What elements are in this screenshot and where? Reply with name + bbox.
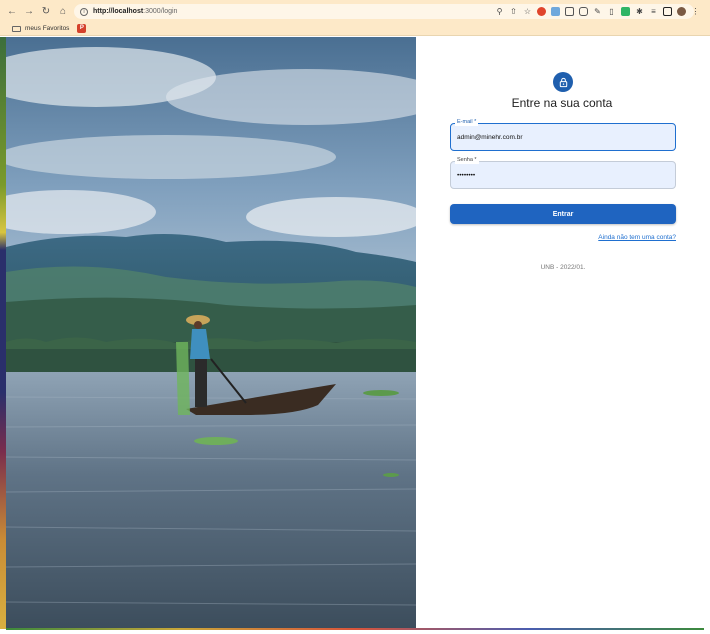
extension-icons: ⚲ ⇧ ☆ ✎ ▯ ✱ ≡ ⋮: [495, 4, 700, 18]
browser-window: ← → ↻ ⌂ i http://localhost:3000/login ⚲ …: [0, 0, 710, 634]
back-icon[interactable]: ←: [6, 4, 18, 18]
password-field[interactable]: Senha * ••••••••: [450, 157, 676, 189]
page-title: Entre na sua conta: [511, 96, 613, 110]
footer-text: UNB - 2022/01.: [540, 264, 586, 271]
pen-extension-icon[interactable]: ✎: [593, 7, 602, 16]
email-value: admin@minehr.com.br: [457, 134, 523, 141]
hero-photo: [6, 37, 416, 629]
share-icon[interactable]: ⇧: [509, 7, 518, 16]
window-extension-icon[interactable]: [565, 6, 574, 16]
email-field[interactable]: E-mail * admin@minehr.com.br: [450, 119, 676, 151]
bookmark-badge-icon: P: [77, 24, 87, 33]
folder-icon: [12, 25, 21, 32]
lock-glyph: [559, 77, 567, 87]
opera-extension-icon[interactable]: [537, 6, 546, 16]
bookmark-folder[interactable]: meus Favoritos: [12, 25, 69, 32]
submit-button[interactable]: Entrar: [450, 204, 676, 224]
bookmarks-bar: meus Favoritos P: [0, 22, 710, 36]
url-host: http://localhost: [93, 8, 144, 15]
bottom-edge-decoration: [6, 628, 704, 630]
camera-extension-icon[interactable]: [579, 6, 588, 16]
lock-icon: [553, 72, 573, 92]
browser-toolbar: ← → ↻ ⌂ i http://localhost:3000/login ⚲ …: [0, 0, 710, 22]
profile-avatar[interactable]: [677, 6, 686, 16]
extensions-icon[interactable]: ✱: [635, 7, 644, 16]
login-page: Entre na sua conta E-mail * admin@minehr…: [6, 37, 704, 629]
bracket-extension-icon[interactable]: ▯: [607, 7, 616, 16]
puzzle-extension-icon[interactable]: [551, 6, 560, 16]
password-label: Senha *: [455, 157, 479, 164]
reload-icon[interactable]: ↻: [40, 4, 52, 18]
signup-link[interactable]: Ainda não tem uma conta?: [416, 234, 676, 241]
forward-icon[interactable]: →: [23, 4, 35, 18]
menu-icon[interactable]: ⋮: [691, 7, 700, 16]
password-value: ••••••••: [457, 172, 476, 179]
green-extension-icon[interactable]: [621, 6, 630, 16]
key-icon[interactable]: ⚲: [495, 7, 504, 16]
bookmark-folder-label: meus Favoritos: [25, 25, 70, 32]
bookmark-item[interactable]: P: [77, 24, 87, 33]
sidebar-icon[interactable]: [663, 6, 672, 16]
reading-list-icon[interactable]: ≡: [649, 7, 658, 16]
login-panel: Entre na sua conta E-mail * admin@minehr…: [416, 37, 704, 629]
home-icon[interactable]: ⌂: [57, 4, 69, 18]
fisherman-lake-image: [6, 37, 416, 629]
url-path: :3000/login: [143, 8, 178, 15]
email-label: E-mail *: [455, 119, 479, 126]
star-icon[interactable]: ☆: [523, 7, 532, 16]
site-info-icon[interactable]: i: [80, 7, 88, 16]
